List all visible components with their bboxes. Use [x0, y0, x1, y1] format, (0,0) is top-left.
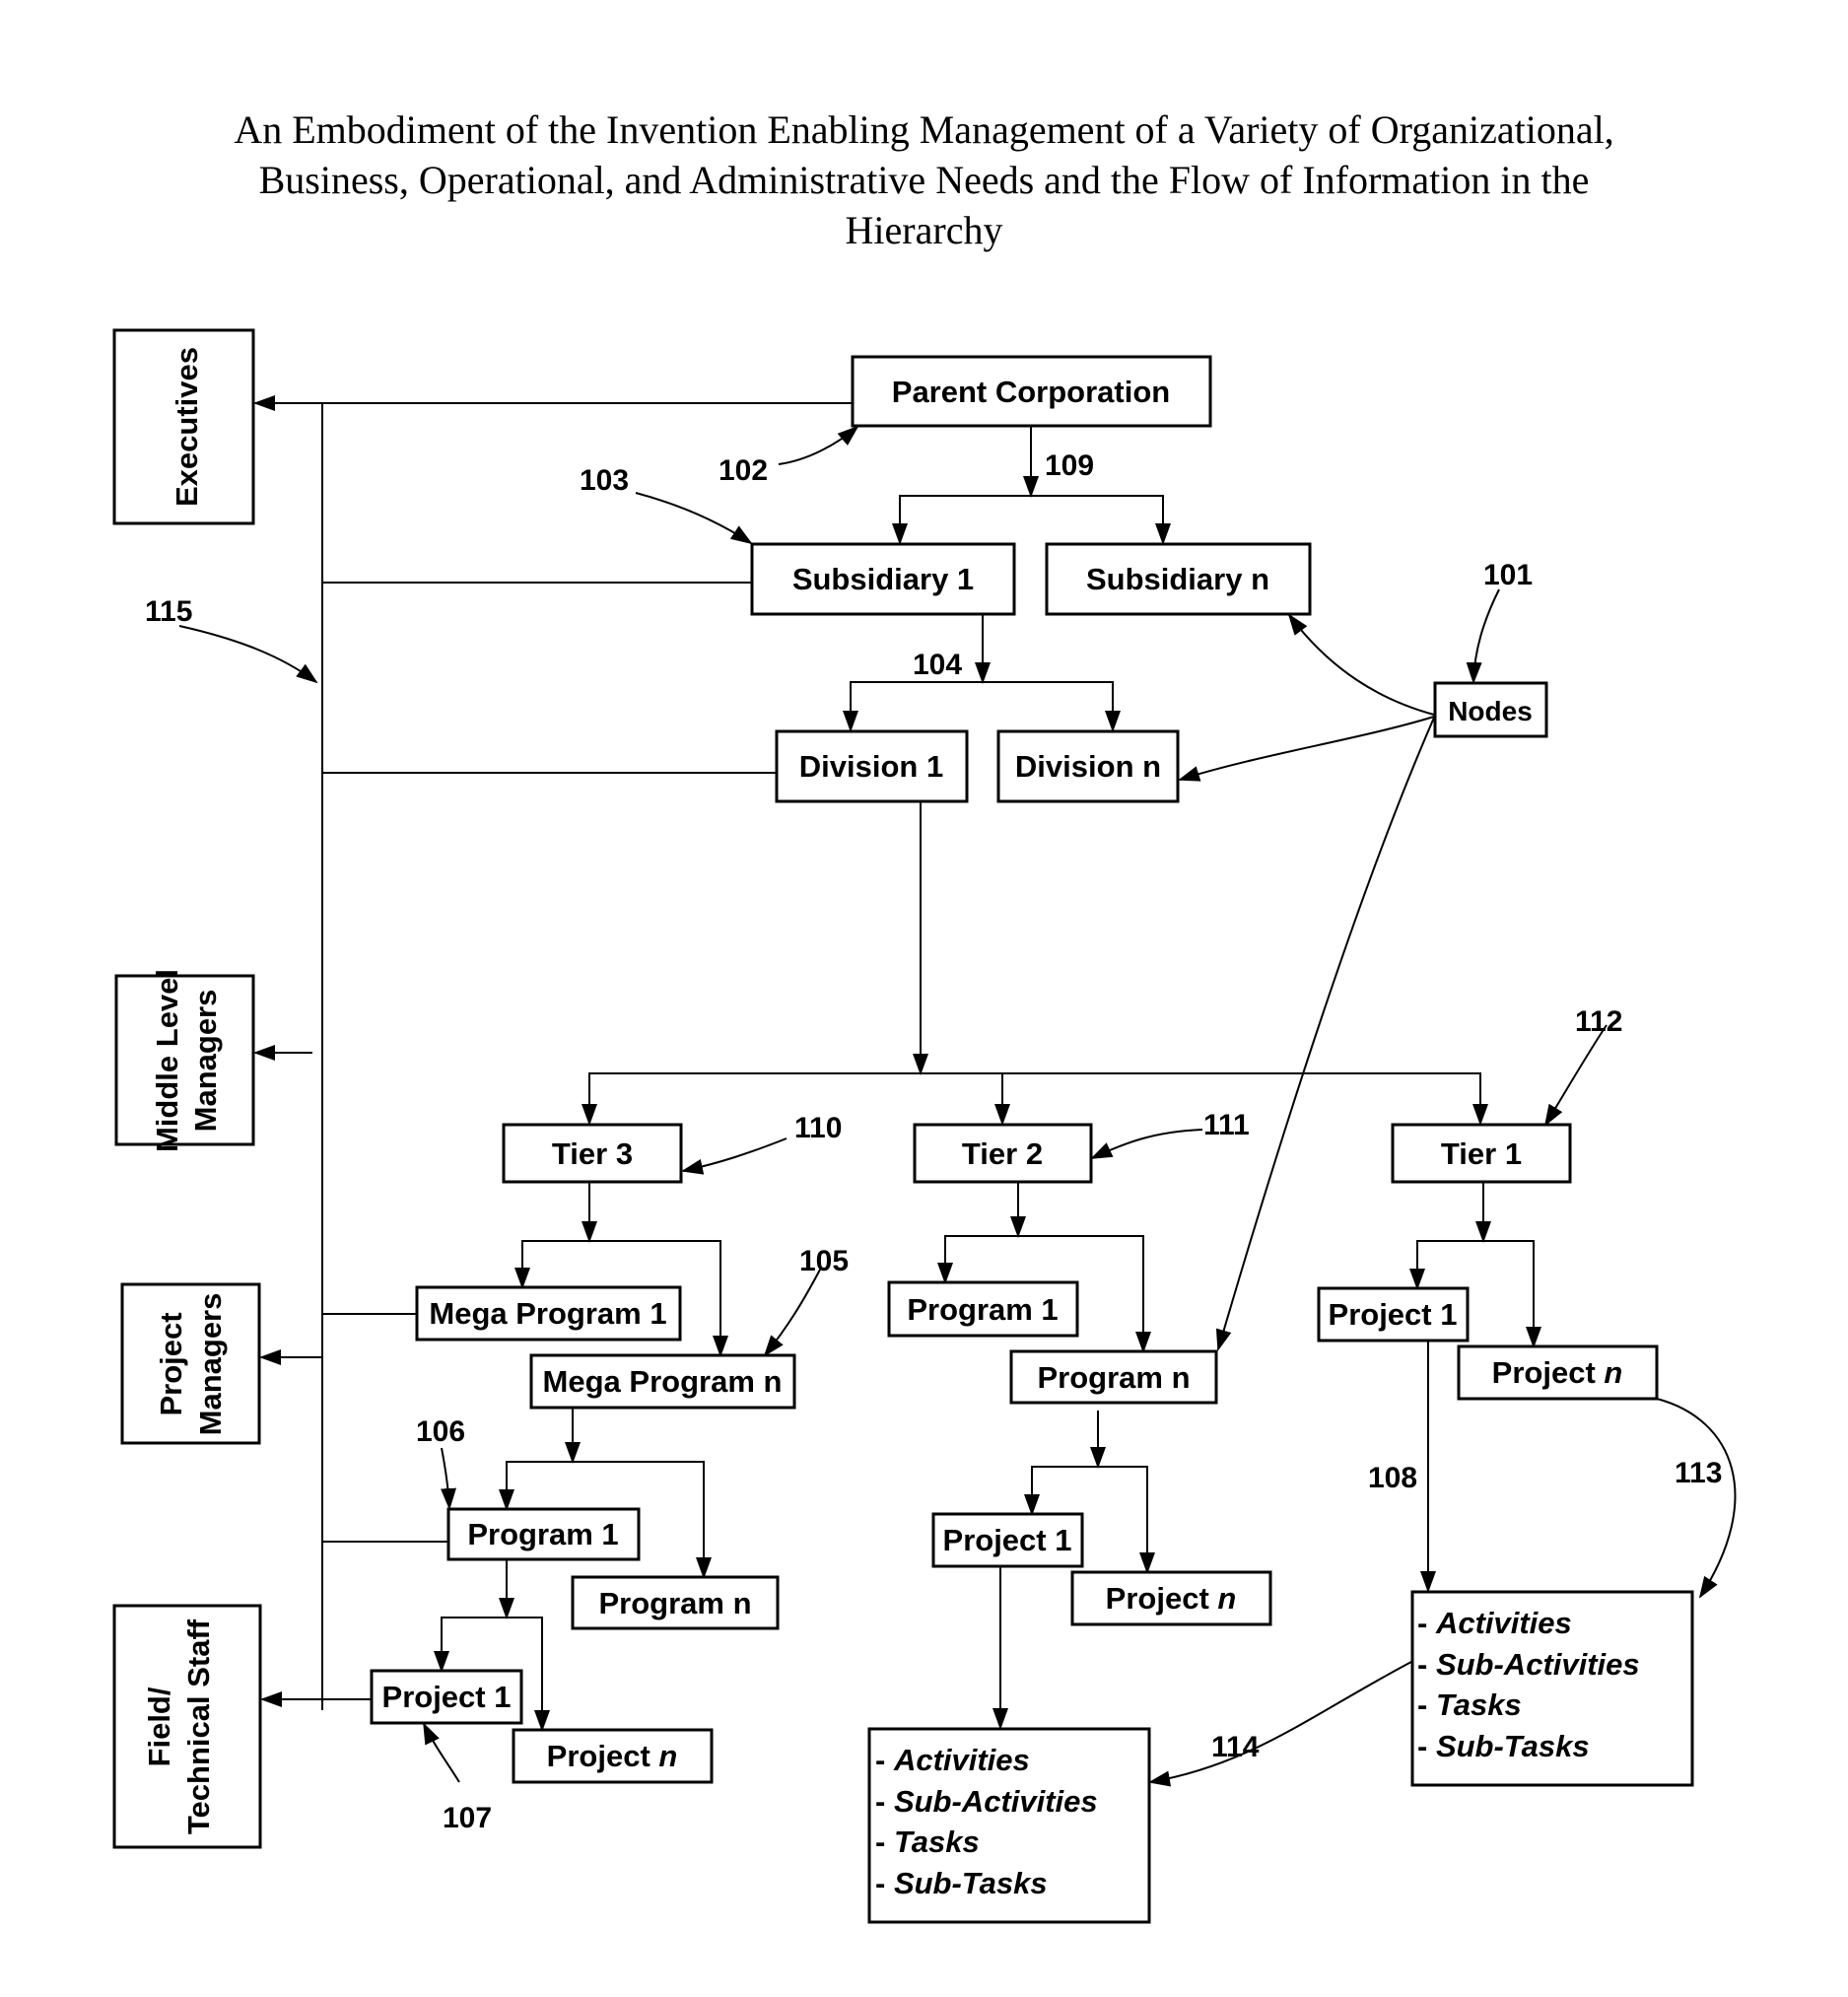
hierarchy-diagram: Executives Middle Level Managers Project… — [112, 328, 1737, 1924]
role-label-field-line2: Technical Staff — [181, 1618, 216, 1834]
label-t3-program-n: Program n — [598, 1586, 751, 1620]
node-nodes[interactable]: Nodes — [1433, 681, 1548, 738]
node-t3-project-n[interactable]: Project n — [512, 1728, 714, 1784]
connector-division-to-tiers — [582, 801, 1488, 1126]
node-t1-project-1[interactable]: Project 1 — [1317, 1286, 1470, 1343]
work-item: - Sub-Activities — [875, 1784, 1098, 1819]
role-label-field-line1: Field/ — [142, 1687, 176, 1766]
label-division-n: Division n — [1015, 749, 1161, 784]
label-t2-project-1: Project 1 — [943, 1523, 1072, 1557]
work-item: - Tasks — [875, 1825, 980, 1859]
ref-102: 102 — [719, 454, 768, 487]
ref-106: 106 — [416, 1415, 465, 1448]
node-subsidiary-1[interactable]: Subsidiary 1 — [750, 542, 1016, 616]
role-label-middle-line1: Middle Level — [150, 969, 184, 1152]
ref-103: 103 — [580, 464, 629, 497]
role-label-pm-line2: Managers — [193, 1293, 228, 1436]
ref-110: 110 — [794, 1112, 842, 1144]
node-mega-program-n[interactable]: Mega Program n — [529, 1353, 796, 1410]
label-nodes: Nodes — [1448, 696, 1533, 726]
ref-105: 105 — [799, 1245, 849, 1277]
label-tier-1: Tier 1 — [1441, 1136, 1522, 1171]
node-division-n[interactable]: Division n — [996, 729, 1180, 803]
role-box-project-managers: Project Managers — [120, 1282, 261, 1445]
connector-tier-3 — [434, 1182, 728, 1732]
role-label-executives: Executives — [170, 347, 204, 507]
label-mega-program-n: Mega Program n — [543, 1364, 783, 1399]
label-mega-program-1: Mega Program 1 — [429, 1296, 666, 1331]
node-t2-project-1[interactable]: Project 1 — [931, 1512, 1084, 1568]
node-division-1[interactable]: Division 1 — [775, 729, 969, 803]
label-subsidiary-1: Subsidiary 1 — [792, 562, 974, 596]
role-box-executives: Executives — [112, 328, 255, 525]
node-t2-project-n[interactable]: Project n — [1070, 1570, 1272, 1626]
role-label-middle-line2: Managers — [188, 990, 223, 1133]
ref-115: 115 — [145, 595, 192, 628]
label-t1-project-n: Project n — [1492, 1355, 1623, 1390]
connector-tier-2 — [937, 1182, 1155, 1730]
label-parent-corporation: Parent Corporation — [892, 375, 1170, 409]
label-t2-program-1: Program 1 — [907, 1292, 1058, 1327]
ref-108: 108 — [1368, 1462, 1417, 1494]
node-parent-corporation[interactable]: Parent Corporation — [851, 355, 1212, 428]
ref-109: 109 — [1045, 449, 1094, 482]
label-tier-3: Tier 3 — [552, 1136, 633, 1171]
label-t3-project-1: Project 1 — [382, 1680, 512, 1714]
node-subsidiary-n[interactable]: Subsidiary n — [1045, 542, 1312, 616]
work-item: - Sub-Activities — [1417, 1647, 1640, 1682]
work-item: - Sub-Tasks — [1417, 1729, 1590, 1763]
ref-111: 111 — [1203, 1109, 1250, 1141]
role-box-middle-managers: Middle Level Managers — [114, 969, 255, 1152]
node-t3-program-n[interactable]: Program n — [571, 1575, 780, 1630]
node-tier-1[interactable]: Tier 1 — [1391, 1123, 1572, 1184]
ref-113: 113 — [1675, 1457, 1722, 1489]
connector-109 — [892, 426, 1171, 545]
work-items-box-tier-2[interactable]: - Activities - Sub-Activities - Tasks - … — [867, 1727, 1151, 1924]
work-item: - Sub-Tasks — [875, 1866, 1048, 1900]
node-t2-program-1[interactable]: Program 1 — [887, 1280, 1079, 1338]
node-t3-program-1[interactable]: Program 1 — [446, 1507, 641, 1561]
ref-114: 114 — [1211, 1731, 1260, 1763]
node-tier-2[interactable]: Tier 2 — [913, 1123, 1093, 1184]
work-items-box-tier-1[interactable]: - Activities - Sub-Activities - Tasks - … — [1410, 1590, 1694, 1787]
label-tier-2: Tier 2 — [962, 1136, 1043, 1171]
work-item: - Tasks — [1417, 1687, 1522, 1722]
label-t3-project-n: Project n — [547, 1739, 678, 1773]
leader-lines — [178, 425, 1737, 1787]
role-label-pm-line1: Project — [154, 1312, 188, 1415]
ref-101: 101 — [1483, 559, 1533, 591]
work-item: - Activities — [1417, 1606, 1572, 1640]
label-t3-program-1: Program 1 — [467, 1517, 618, 1551]
node-mega-program-1[interactable]: Mega Program 1 — [415, 1285, 682, 1342]
label-subsidiary-n: Subsidiary n — [1086, 562, 1269, 596]
node-t1-project-n[interactable]: Project n — [1457, 1344, 1659, 1401]
ref-107: 107 — [443, 1802, 492, 1834]
role-box-field-technical-staff: Field/ Technical Staff — [112, 1604, 262, 1849]
work-item: - Activities — [875, 1743, 1030, 1777]
ref-104: 104 — [913, 649, 962, 681]
label-t1-project-1: Project 1 — [1329, 1297, 1458, 1332]
label-division-1: Division 1 — [799, 749, 943, 784]
node-t2-program-n[interactable]: Program n — [1009, 1349, 1218, 1405]
label-t2-program-n: Program n — [1037, 1360, 1190, 1395]
ref-112: 112 — [1575, 1005, 1622, 1038]
connector-104 — [843, 614, 1121, 732]
label-t2-project-n: Project n — [1106, 1581, 1237, 1616]
node-tier-3[interactable]: Tier 3 — [502, 1123, 683, 1184]
node-t3-project-1[interactable]: Project 1 — [370, 1669, 523, 1725]
